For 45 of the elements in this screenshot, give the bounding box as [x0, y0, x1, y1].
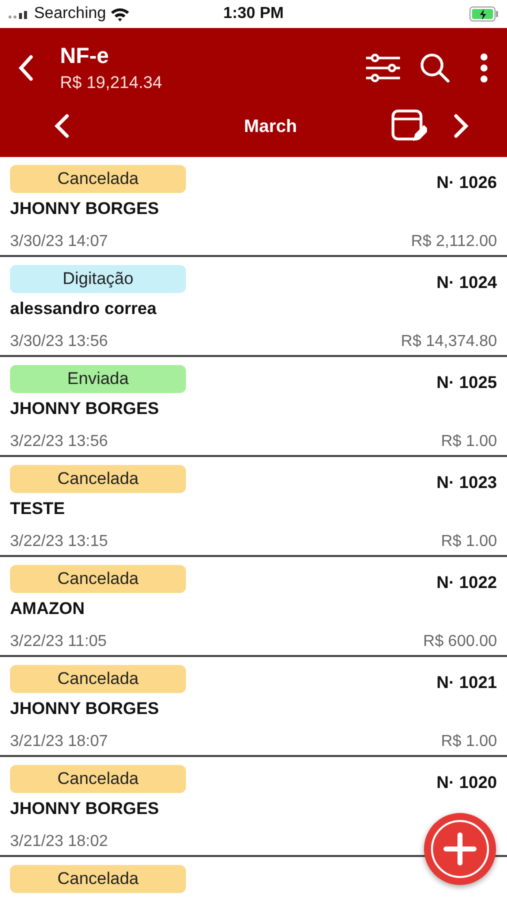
invoice-date: 3/30/23 14:07 [10, 233, 108, 251]
invoice-number: N· 1025 [436, 373, 497, 393]
invoice-date: 3/22/23 13:15 [10, 533, 108, 551]
status-badge: Cancelada [10, 765, 186, 793]
total-amount: R$ 19,214.34 [60, 73, 164, 93]
clock-time: 1:30 PM [223, 5, 284, 22]
invoice-number: N· 1026 [436, 173, 497, 193]
invoice-amount: R$ 1.00 [440, 533, 497, 551]
carrier-text: Searching [34, 5, 106, 23]
status-badge: Enviada [10, 365, 186, 393]
status-badge: Cancelada [10, 565, 186, 593]
status-badge: Cancelada [10, 665, 186, 693]
customer-name: AMAZON [10, 599, 86, 619]
invoice-amount: R$ 1.00 [440, 733, 497, 751]
invoice-number: N· 1021 [436, 673, 497, 693]
invoice-date: 3/30/23 13:56 [10, 333, 108, 351]
customer-name: alessandro correa [10, 299, 158, 319]
battery-icon [469, 6, 499, 22]
status-badge: Cancelada [10, 465, 186, 493]
invoice-amount: R$ 600.00 [423, 633, 497, 651]
status-badge: Cancelada [10, 865, 186, 893]
invoice-date: 3/21/23 18:07 [10, 733, 108, 751]
invoice-number: N· 1022 [436, 573, 497, 593]
wifi-icon [110, 6, 130, 22]
invoice-number: N· 1023 [436, 473, 497, 493]
invoice-date: 3/21/23 18:02 [10, 833, 108, 851]
customer-name: JHONNY BORGES [10, 699, 160, 719]
invoice-date: 3/22/23 13:56 [10, 433, 108, 451]
add-button[interactable] [424, 813, 496, 885]
customer-name: TESTE [10, 499, 66, 519]
invoice-amount: R$ 14,374.80 [400, 333, 497, 351]
status-badge: Cancelada [10, 165, 186, 193]
customer-name: JHONNY BORGES [10, 799, 160, 819]
invoice-number: N· 1020 [436, 773, 497, 793]
customer-name: JHONNY BORGES [10, 199, 160, 219]
status-badge: Digitação [10, 265, 186, 293]
customer-name: JHONNY BORGES [10, 399, 160, 419]
invoice-amount: R$ 1.00 [440, 433, 497, 451]
invoice-number: N· 1024 [436, 273, 497, 293]
month-label: March [242, 116, 298, 136]
invoice-amount: R$ 2,112.00 [411, 233, 497, 251]
page-title: NF-e [60, 43, 110, 69]
signal-icon [8, 9, 30, 19]
more-icon [479, 53, 489, 83]
invoice-date: 3/22/23 11:05 [10, 633, 107, 651]
